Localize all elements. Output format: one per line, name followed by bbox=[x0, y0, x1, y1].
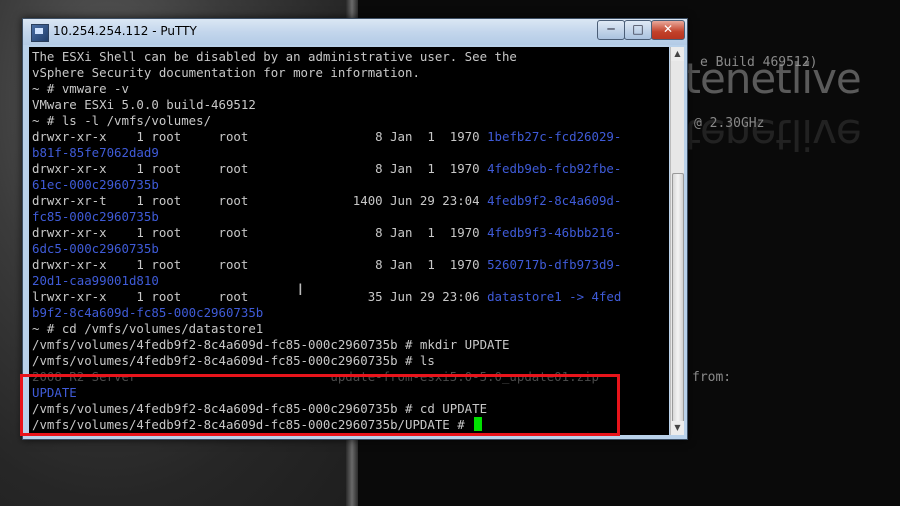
terminal-line: /vmfs/volumes/4fedb9f2-8c4a609d-fc85-000… bbox=[32, 353, 435, 369]
terminal-line: b9f2-8c4a609d-fc85-000c2960735b bbox=[32, 305, 263, 321]
scroll-up-arrow-icon[interactable]: ▲ bbox=[671, 47, 684, 61]
terminal-text-segment: ~ # vmware -v bbox=[32, 81, 129, 96]
terminal-line: 20d1-caa99001d810 bbox=[32, 273, 159, 289]
vertical-scrollbar[interactable]: ▲ ▼ bbox=[670, 47, 684, 435]
terminal-line: VMware ESXi 5.0.0 build-469512 bbox=[32, 97, 256, 113]
terminal-line: b81f-85fe7062dad9 bbox=[32, 145, 159, 161]
terminal-line: 6dc5-000c2960735b bbox=[32, 241, 159, 257]
title-bar[interactable]: 10.254.254.112 - PuTTY ─ □ ✕ bbox=[23, 19, 687, 45]
terminal-text-segment: b81f-85fe7062dad9 bbox=[32, 145, 159, 160]
terminal-text-segment: fc85-000c2960735b bbox=[32, 209, 159, 224]
terminal-line: 61ec-000c2960735b bbox=[32, 177, 159, 193]
terminal-line: drwxr-xr-x 1 root root 8 Jan 1 1970 1bef… bbox=[32, 129, 621, 145]
terminal-text-segment: VMware ESXi 5.0.0 build-469512 bbox=[32, 97, 256, 112]
terminal-line: drwxr-xr-t 1 root root 1400 Jun 29 23:04… bbox=[32, 193, 621, 209]
terminal-text-segment: /vmfs/volumes/4fedb9f2-8c4a609d-fc85-000… bbox=[32, 337, 510, 352]
terminal-text-segment: drwxr-xr-x 1 root root 8 Jan 1 1970 bbox=[32, 225, 488, 240]
terminal-text-segment: 20d1-caa99001d810 bbox=[32, 273, 159, 288]
terminal-text-segment: 4fedb9f3-46bbb216- bbox=[487, 225, 622, 240]
terminal-text-segment: 61ec-000c2960735b bbox=[32, 177, 159, 192]
putty-app-icon[interactable] bbox=[31, 24, 49, 42]
terminal-line: ~ # vmware -v bbox=[32, 81, 129, 97]
terminal-text-segment: datastore1 -> 4fed bbox=[487, 289, 622, 304]
terminal-line: ~ # cd /vmfs/volumes/datastore1 bbox=[32, 321, 263, 337]
terminal-line: ~ # ls -l /vmfs/volumes/ bbox=[32, 113, 211, 129]
maximize-button[interactable]: □ bbox=[624, 20, 652, 40]
terminal-text-segment: 4fedb9f2-8c4a609d- bbox=[487, 193, 622, 208]
window-title: 10.254.254.112 - PuTTY bbox=[53, 24, 197, 38]
terminal-text-segment: 5260717b-dfb973d9- bbox=[487, 257, 622, 272]
terminal-text-segment: 6dc5-000c2960735b bbox=[32, 241, 159, 256]
terminal-text-segment: drwxr-xr-x 1 root root 8 Jan 1 1970 bbox=[32, 161, 488, 176]
scrollbar-thumb[interactable] bbox=[672, 173, 684, 423]
close-button[interactable]: ✕ bbox=[651, 20, 685, 40]
terminal-text-segment: drwxr-xr-x 1 root root 8 Jan 1 1970 bbox=[32, 257, 488, 272]
terminal-text-segment: 1befb27c-fcd26029- bbox=[487, 129, 622, 144]
terminal-line: drwxr-xr-x 1 root root 8 Jan 1 1970 4fed… bbox=[32, 161, 621, 177]
scroll-down-arrow-icon[interactable]: ▼ bbox=[671, 421, 684, 435]
terminal-line: drwxr-xr-x 1 root root 8 Jan 1 1970 5260… bbox=[32, 257, 621, 273]
terminal-text-segment: lrwxr-xr-x 1 root root 35 Jun 29 23:06 bbox=[32, 289, 488, 304]
terminal-line: fc85-000c2960735b bbox=[32, 209, 159, 225]
terminal-line: lrwxr-xr-x 1 root root 35 Jun 29 23:06 d… bbox=[32, 289, 621, 305]
terminal-text-segment: /vmfs/volumes/4fedb9f2-8c4a609d-fc85-000… bbox=[32, 353, 435, 368]
terminal-text-segment: ~ # cd /vmfs/volumes/datastore1 bbox=[32, 321, 264, 336]
terminal-text-segment: ~ # ls -l /vmfs/volumes/ bbox=[32, 113, 212, 128]
background-console-from: from: bbox=[692, 370, 732, 385]
terminal-text-segment: b9f2-8c4a609d-fc85-000c2960735b bbox=[32, 305, 264, 320]
minimize-button[interactable]: ─ bbox=[597, 20, 625, 40]
terminal-text-segment: drwxr-xr-t 1 root root 1400 Jun 29 23:04 bbox=[32, 193, 488, 208]
terminal-line: vSphere Security documentation for more … bbox=[32, 65, 420, 81]
red-highlight-box bbox=[20, 374, 620, 436]
text-cursor-ibeam-icon: I bbox=[298, 280, 303, 299]
terminal-line: The ESXi Shell can be disabled by an adm… bbox=[32, 49, 517, 65]
terminal-text-segment: vSphere Security documentation for more … bbox=[32, 65, 420, 80]
terminal-text-segment: drwxr-xr-x 1 root root 8 Jan 1 1970 bbox=[32, 129, 488, 144]
terminal-line: /vmfs/volumes/4fedb9f2-8c4a609d-fc85-000… bbox=[32, 337, 509, 353]
terminal-line: drwxr-xr-x 1 root root 8 Jan 1 1970 4fed… bbox=[32, 225, 621, 241]
terminal-text-segment: The ESXi Shell can be disabled by an adm… bbox=[32, 49, 517, 64]
terminal-text-segment: 4fedb9eb-fcb92fbe- bbox=[487, 161, 622, 176]
